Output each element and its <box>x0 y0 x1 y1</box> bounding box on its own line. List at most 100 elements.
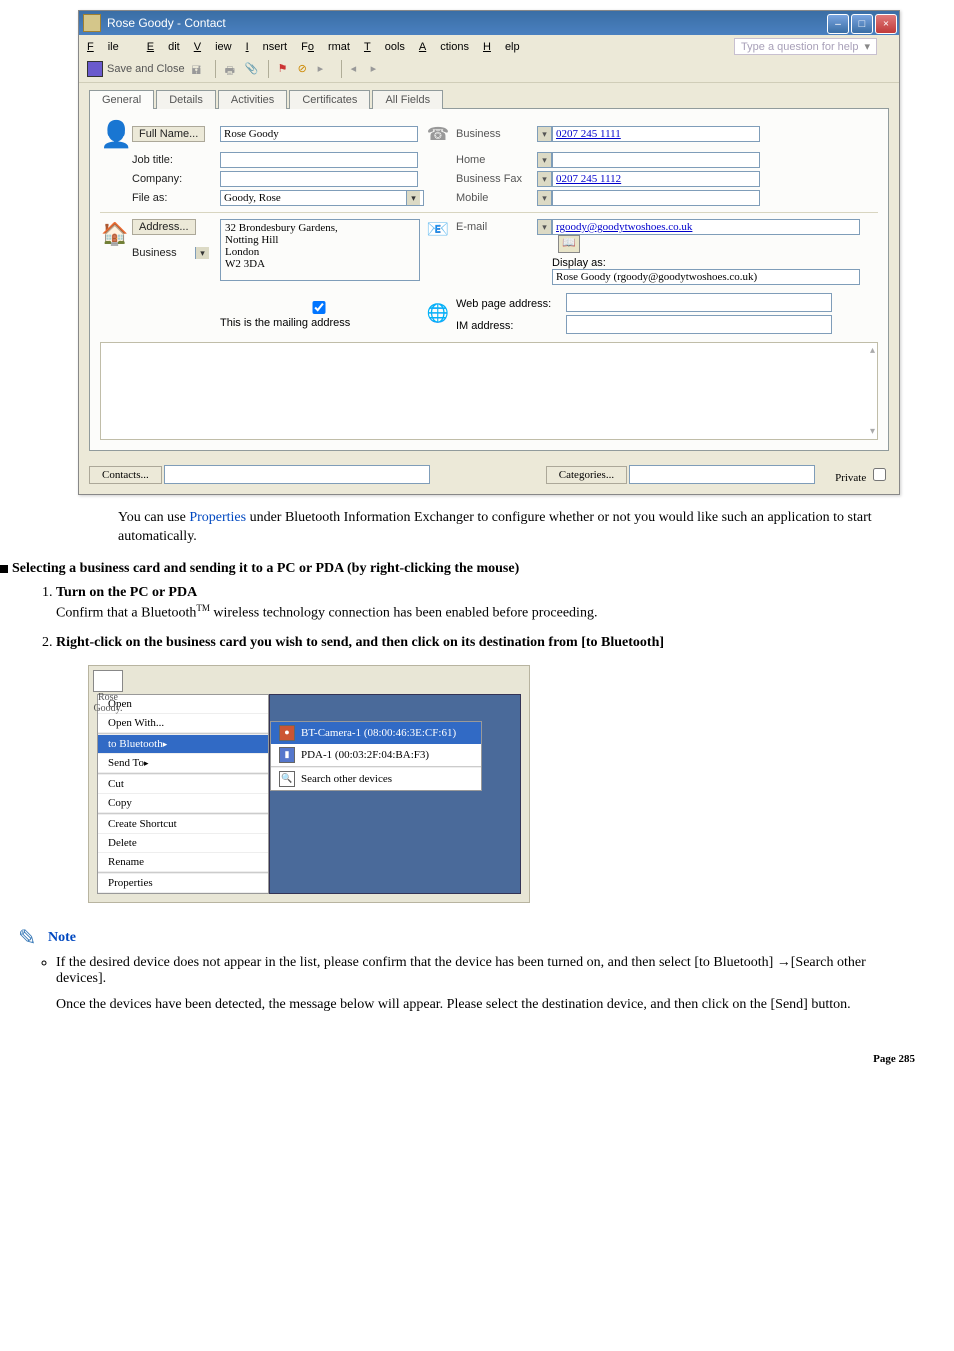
phone-home-dropdown[interactable]: ▾ <box>537 152 552 168</box>
address-textarea[interactable]: 32 Brondesbury Gardens, Notting Hill Lon… <box>220 219 420 281</box>
email-input[interactable] <box>552 219 860 235</box>
app-icon <box>83 14 101 32</box>
step-2: Right-click on the business card you wis… <box>56 635 919 651</box>
next-icon[interactable]: ▸ <box>371 62 385 76</box>
menu-insert[interactable]: Insert <box>246 41 288 53</box>
help-search-input[interactable]: Type a question for help <box>734 38 877 55</box>
file-as-label: File as: <box>132 192 220 204</box>
ctx-shortcut[interactable]: Create Shortcut <box>98 815 268 834</box>
menu-actions[interactable]: Actions <box>419 41 469 53</box>
ctx-open[interactable]: Open <box>98 695 268 714</box>
menu-file[interactable]: File <box>87 41 133 53</box>
private-checkbox[interactable]: Private <box>835 465 889 484</box>
contacts-button[interactable]: Contacts... <box>89 466 162 484</box>
phone-home-label: Home <box>456 154 485 166</box>
bluetooth-submenu: ●BT-Camera-1 (08:00:46:3E:CF:61) ▮PDA-1 … <box>270 721 482 791</box>
prev-icon[interactable]: ◂ <box>351 62 365 76</box>
menu-format[interactable]: Format <box>301 41 350 53</box>
phone-mobile-input[interactable] <box>552 190 760 206</box>
tab-strip: General Details Activities Certificates … <box>79 83 899 108</box>
save-icon-2[interactable]: 🖬 <box>192 62 206 76</box>
ctx-cut[interactable]: Cut <box>98 775 268 794</box>
menu-view[interactable]: View <box>194 41 232 53</box>
full-name-button[interactable]: Full Name... <box>132 126 205 142</box>
form-area: 👤 Full Name... ☎ Business▾ Job title: Ho… <box>89 108 889 451</box>
tab-details[interactable]: Details <box>156 90 216 109</box>
mailing-address-checkbox[interactable]: This is the mailing address <box>220 305 417 329</box>
tab-general[interactable]: General <box>89 90 154 109</box>
save-and-close-button[interactable]: Save and Close <box>87 61 185 77</box>
ctx-delete[interactable]: Delete <box>98 834 268 853</box>
minimize-button[interactable]: – <box>827 14 849 34</box>
section-heading: Selecting a business card and sending it… <box>0 561 919 577</box>
full-name-input[interactable] <box>220 126 418 142</box>
phone-fax-dropdown[interactable]: ▾ <box>537 171 552 187</box>
ctx-properties[interactable]: Properties <box>98 874 268 893</box>
contacts-input[interactable] <box>164 465 430 484</box>
phone-home-input[interactable] <box>552 152 760 168</box>
phone-fax-input[interactable] <box>552 171 760 187</box>
context-menu: Open Open With... to Bluetooth Send To C… <box>97 694 269 894</box>
attach-icon[interactable]: 📎 <box>245 62 259 76</box>
note-heading: ✎ Note <box>18 927 919 949</box>
submenu-search[interactable]: 🔍Search other devices <box>271 768 481 790</box>
job-title-input[interactable] <box>220 152 418 168</box>
categories-input[interactable] <box>629 465 815 484</box>
menu-help[interactable]: Help <box>483 41 520 53</box>
maximize-button[interactable]: □ <box>851 14 873 34</box>
address-button[interactable]: Address... <box>132 219 196 235</box>
folder-icon[interactable]: ▸ <box>318 62 332 76</box>
phone-fax-label: Business Fax <box>456 173 522 185</box>
phone-icon: ☎ <box>427 124 449 144</box>
tab-certificates[interactable]: Certificates <box>289 90 370 109</box>
under-figure-text: You can use Properties under Bluetooth I… <box>118 509 919 547</box>
menu-tools[interactable]: Tools <box>364 41 405 53</box>
display-as-label: Display as: <box>552 257 624 269</box>
display-as-input[interactable] <box>552 269 860 285</box>
im-label: IM address: <box>456 320 566 332</box>
address-type-dropdown[interactable]: Business <box>132 247 212 259</box>
submenu-pda[interactable]: ▮PDA-1 (00:03:2F:04:BA:F3) <box>271 744 481 766</box>
phone-business-label: Business <box>456 128 501 140</box>
print-icon[interactable]: 🖶 <box>225 62 239 76</box>
web-input[interactable] <box>566 293 832 312</box>
device-icon: ▮ <box>279 747 295 763</box>
menu-edit[interactable]: Edit <box>147 41 180 53</box>
scroll-up-icon[interactable]: ▴ <box>870 345 875 356</box>
company-input[interactable] <box>220 171 418 187</box>
phone-business-input[interactable] <box>552 126 760 142</box>
email-type-dropdown[interactable]: ▾ <box>537 219 552 235</box>
tab-all-fields[interactable]: All Fields <box>372 90 443 109</box>
ctx-copy[interactable]: Copy <box>98 794 268 813</box>
ctx-send-to[interactable]: Send To <box>98 754 268 773</box>
address-book-button[interactable]: 📖 <box>558 235 580 253</box>
step-1: Turn on the PC or PDA Confirm that a Blu… <box>56 585 919 622</box>
note-list: If the desired device does not appear in… <box>56 955 919 1013</box>
ctx-open-with[interactable]: Open With... <box>98 714 268 733</box>
categories-button[interactable]: Categories... <box>546 466 627 484</box>
web-icon: 🌐 <box>427 303 449 323</box>
stop-icon[interactable]: ⊘ <box>298 62 312 76</box>
search-icon: 🔍 <box>279 771 295 787</box>
flag-icon[interactable]: ⚑ <box>278 62 292 76</box>
submenu-bt-camera[interactable]: ●BT-Camera-1 (08:00:46:3E:CF:61) <box>271 722 481 744</box>
window-title: Rose Goody - Contact <box>105 16 827 30</box>
properties-link[interactable]: Properties <box>189 510 246 525</box>
bluetooth-submenu-pane: ●BT-Camera-1 (08:00:46:3E:CF:61) ▮PDA-1 … <box>269 694 521 894</box>
phone-mobile-dropdown[interactable]: ▾ <box>537 190 552 206</box>
scroll-down-icon[interactable]: ▾ <box>870 426 875 437</box>
vcard-icon: Rose Goody. <box>93 670 123 714</box>
bullet-square-icon <box>0 565 8 573</box>
window-footer: Contacts... Categories... Private <box>79 461 899 494</box>
address-icon: 🏠 <box>100 219 130 249</box>
file-as-dropdown[interactable]: Goody, Rose <box>220 190 424 206</box>
notes-textarea[interactable]: ▴▾ <box>100 342 878 440</box>
im-input[interactable] <box>566 315 832 334</box>
close-button[interactable]: × <box>875 14 897 34</box>
tab-activities[interactable]: Activities <box>218 90 287 109</box>
menu-bar: File Edit View Insert Format Tools Actio… <box>79 35 899 58</box>
title-bar: Rose Goody - Contact – □ × <box>79 11 899 35</box>
ctx-rename[interactable]: Rename <box>98 853 268 872</box>
phone-type-dropdown[interactable]: ▾ <box>537 126 552 142</box>
ctx-to-bluetooth[interactable]: to Bluetooth <box>98 735 268 754</box>
